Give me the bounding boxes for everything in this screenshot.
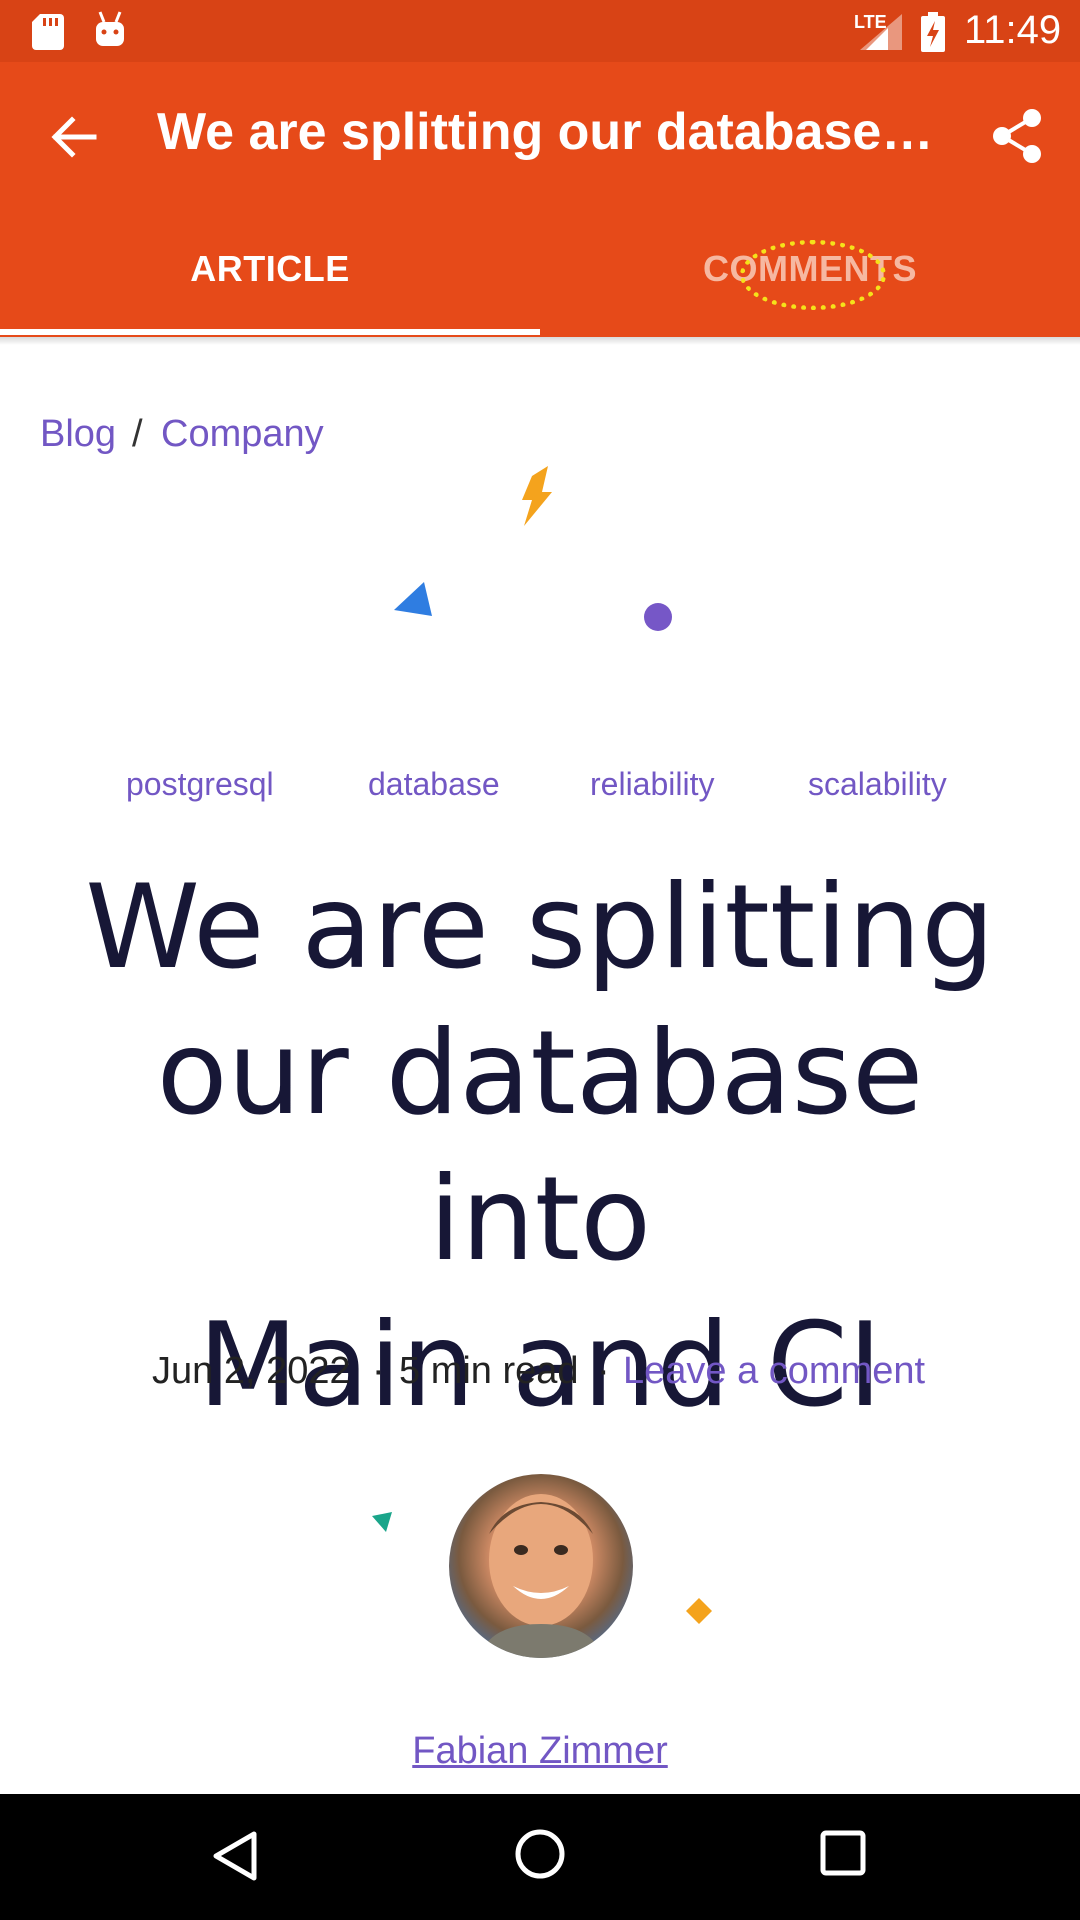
tab-indicator (0, 329, 540, 335)
triangle-decoration-icon (394, 582, 432, 623)
tag-reliability[interactable]: reliability (590, 766, 714, 803)
status-bar: LTE 11:49 (0, 0, 1080, 62)
tag-scalability[interactable]: scalability (808, 766, 947, 803)
headline-line: our database into (156, 1006, 924, 1287)
breadcrumb-separator: / (132, 413, 143, 455)
small-triangle-decoration-icon (372, 1512, 394, 1537)
tab-article[interactable]: ARTICLE (0, 248, 540, 290)
page-title: We are splitting our database in… (157, 103, 947, 161)
nav-recents-icon[interactable] (820, 1830, 866, 1881)
publish-date: Jun 2, 2022 (152, 1350, 351, 1392)
author-name-link[interactable]: Fabian Zimmer (0, 1730, 1080, 1773)
breadcrumb-company-link[interactable]: Company (161, 413, 324, 456)
app-bar-shadow (0, 337, 1080, 345)
circle-decoration-icon (643, 602, 673, 637)
android-debug-icon (92, 10, 128, 53)
author-avatar[interactable] (449, 1474, 633, 1658)
meta-separator: · (372, 1350, 385, 1392)
tap-highlight (740, 240, 886, 310)
signal-icon (860, 14, 902, 55)
nav-back-icon[interactable] (212, 1830, 258, 1887)
back-arrow-icon[interactable] (48, 112, 98, 167)
sd-card-icon (32, 14, 64, 55)
clock: 11:49 (964, 8, 1062, 52)
battery-charging-icon (920, 12, 946, 57)
tag-database[interactable]: database (368, 766, 500, 803)
share-icon[interactable] (990, 108, 1044, 169)
lightning-decoration-icon (518, 466, 552, 531)
meta-separator: · (597, 1350, 610, 1392)
headline-line: We are splitting (85, 860, 995, 995)
leave-comment-link[interactable]: Leave a comment (623, 1350, 925, 1393)
read-time: 5 min read (399, 1350, 579, 1392)
navigation-bar (0, 1794, 1080, 1920)
breadcrumb-blog-link[interactable]: Blog (40, 413, 116, 456)
tag-postgresql[interactable]: postgresql (126, 766, 274, 803)
nav-home-icon[interactable] (514, 1828, 566, 1885)
diamond-decoration-icon (686, 1598, 712, 1629)
